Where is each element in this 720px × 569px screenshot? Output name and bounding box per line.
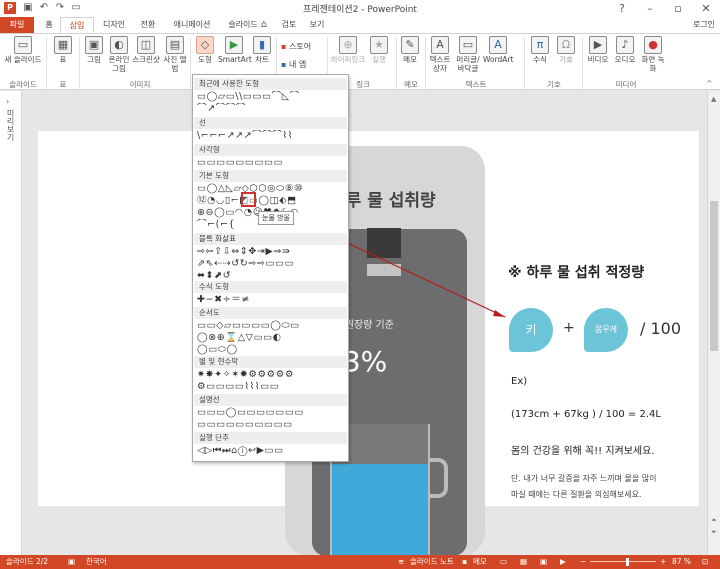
shape-row[interactable]: ▭▭▭◯▭▭▭▭▭▭▭: [197, 407, 345, 419]
shape-row[interactable]: ⑫◔◡▯⌐◩▭◯◫⬖⬒: [197, 195, 345, 207]
slide-number[interactable]: 슬라이드 2/2: [6, 555, 48, 569]
slideshow-icon[interactable]: ▶: [560, 555, 566, 569]
fit-slide-icon[interactable]: ⊡: [702, 555, 708, 569]
shape-row[interactable]: ▭▭▭▭▭▭▭▭▭▭: [197, 419, 345, 431]
section-stars-banners: 별 및 현수막: [194, 356, 347, 368]
notes-icon[interactable]: ≡: [398, 555, 404, 569]
section-rectangles: 사각형: [194, 144, 347, 156]
shape-row[interactable]: ◁▷⏮⏭⌂ⓘ↩▶▭▭: [197, 445, 345, 457]
section-lines: 선: [194, 117, 347, 129]
shape-row[interactable]: ▭◯▱▭\\▭▭▭⌒◺⌒: [197, 91, 345, 103]
shape-tooltip: 눈물 방울: [258, 211, 294, 225]
status-bar: 슬라이드 2/2 ▣ 한국어 ≡ 슬라이드 노트 ▪ 메모 ▭ ▦ ▣ ▶ − …: [0, 555, 720, 569]
zoom-slider-thumb[interactable]: [626, 558, 629, 566]
shape-row[interactable]: ✷✸✦✧✶✹⚙⚙⚙⚙⚙: [197, 369, 345, 381]
comments-button[interactable]: 메모: [473, 555, 487, 569]
shape-row[interactable]: ▭◯△◺▱◇⬡⬡◎⬭⑧⑩: [197, 183, 345, 195]
zoom-in-icon[interactable]: +: [660, 555, 666, 569]
shape-row[interactable]: ◯▭⬭◯: [197, 344, 345, 356]
reading-view-icon[interactable]: ▣: [540, 555, 547, 569]
teardrop-shape-highlight[interactable]: [241, 192, 256, 207]
section-equation-shapes: 수식 도형: [194, 281, 347, 293]
section-basic-shapes: 기본 도형: [194, 170, 347, 182]
language-label[interactable]: 한국어: [86, 555, 107, 569]
callout-arrow-overlay: [255, 199, 506, 318]
slide-sorter-icon[interactable]: ▦: [520, 555, 527, 569]
spellcheck-icon[interactable]: ▣: [68, 555, 75, 569]
normal-view-icon[interactable]: ▭: [500, 555, 507, 569]
section-action-buttons: 실행 단추: [194, 432, 347, 444]
shape-row[interactable]: ✚−✖÷＝≠: [197, 294, 345, 306]
shape-row[interactable]: ⇨⇦⇧⇩⇔⇕✥⇥▶⇒⇛: [197, 246, 345, 258]
shape-row[interactable]: ⇗⇖⇠⇢↺↻⇨⇨▭▭▭: [197, 258, 345, 270]
shape-row[interactable]: ▭▭▭▭▭▭▭▭▭: [197, 157, 345, 169]
shape-row[interactable]: ▭▭◇▱▭▭▭▭◯⬭▭: [197, 320, 345, 332]
comments-icon[interactable]: ▪: [462, 555, 467, 569]
zoom-level[interactable]: 87 %: [672, 555, 691, 569]
shape-row[interactable]: ⌒↗⌒⌒⌒: [197, 103, 345, 115]
shape-row[interactable]: ⚙▭▭▭▭⌇⌇⌇▭▭: [197, 381, 345, 393]
section-block-arrows: 블록 화살표: [194, 233, 347, 245]
callout-arrow-head: [493, 310, 505, 317]
section-callouts: 설명선: [194, 394, 347, 406]
notes-button[interactable]: 슬라이드 노트: [410, 555, 454, 569]
section-flowchart: 순서도: [194, 307, 347, 319]
zoom-out-icon[interactable]: −: [580, 555, 586, 569]
zoom-slider[interactable]: [590, 561, 656, 562]
shape-row[interactable]: ◯⊗⊕⌛△▽▭▭◐: [197, 332, 345, 344]
shapes-gallery-panel[interactable]: 최근에 사용한 도형 ▭◯▱▭\\▭▭▭⌒◺⌒ ⌒↗⌒⌒⌒ 선 \⌐⌐⌐↗↗↗⌒…: [192, 74, 349, 462]
section-recent: 최근에 사용한 도형: [194, 78, 347, 90]
shape-row[interactable]: \⌐⌐⌐↗↗↗⌒⌒⌒⌇⌇: [197, 130, 345, 142]
